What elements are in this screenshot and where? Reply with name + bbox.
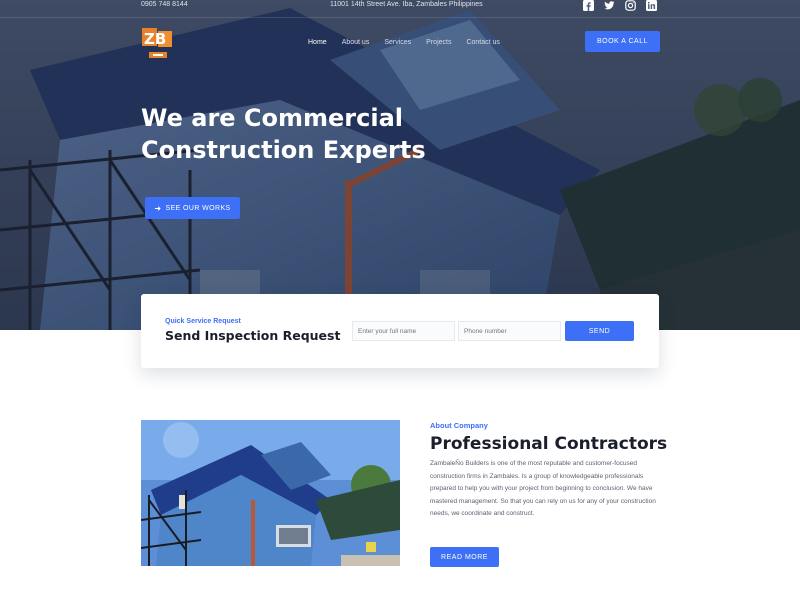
inspection-request-card: Quick Service Request Send Inspection Re… xyxy=(141,294,659,368)
nav-link-contact-us[interactable]: Contact us xyxy=(466,38,499,48)
see-our-works-label: SEE OUR WORKS xyxy=(165,204,231,212)
facebook-icon[interactable] xyxy=(583,0,594,11)
twitter-icon[interactable] xyxy=(604,0,615,11)
hero-section: 0905 748 8144 11001 14th Street Ave. Iba… xyxy=(0,0,800,330)
topbar-address: 11001 14th Street Ave. Iba, Zambales Phi… xyxy=(330,1,483,8)
instagram-icon[interactable] xyxy=(625,0,636,11)
about-title: Professional Contractors xyxy=(430,434,668,454)
nav-links: Home About us Services Projects Contact us xyxy=(308,38,515,48)
see-our-works-button[interactable]: ➜ SEE OUR WORKS xyxy=(145,197,240,219)
inspection-title: Send Inspection Request xyxy=(165,328,341,343)
arrow-right-icon: ➜ xyxy=(154,203,162,213)
nav-link-about-us[interactable]: About us xyxy=(342,38,370,48)
send-button[interactable]: SEND xyxy=(565,321,634,341)
hero-title: We are Commercial Construction Experts xyxy=(141,104,426,164)
about-eyebrow: About Company xyxy=(430,421,488,430)
top-bar: 0905 748 8144 11001 14th Street Ave. Iba… xyxy=(0,0,800,12)
company-logo[interactable]: ZB xyxy=(141,25,175,61)
read-more-button[interactable]: READ MORE xyxy=(430,547,499,567)
logo-mark: ZB xyxy=(144,30,166,48)
phone-number-input[interactable] xyxy=(458,321,561,341)
main-navbar: ZB Home About us Services Projects Contact u… xyxy=(0,17,800,65)
nav-link-projects[interactable]: Projects xyxy=(426,38,451,48)
about-company-image xyxy=(141,420,400,566)
linkedin-icon[interactable] xyxy=(646,0,657,11)
social-links xyxy=(583,0,657,11)
inspection-eyebrow: Quick Service Request xyxy=(165,318,241,325)
nav-link-services[interactable]: Services xyxy=(384,38,411,48)
book-a-call-button[interactable]: BOOK A CALL xyxy=(585,31,660,52)
nav-link-home[interactable]: Home xyxy=(308,38,327,48)
full-name-input[interactable] xyxy=(352,321,455,341)
topbar-phone[interactable]: 0905 748 8144 xyxy=(141,0,188,10)
about-description: ZambaleÑo Builders is one of the most re… xyxy=(430,460,656,517)
